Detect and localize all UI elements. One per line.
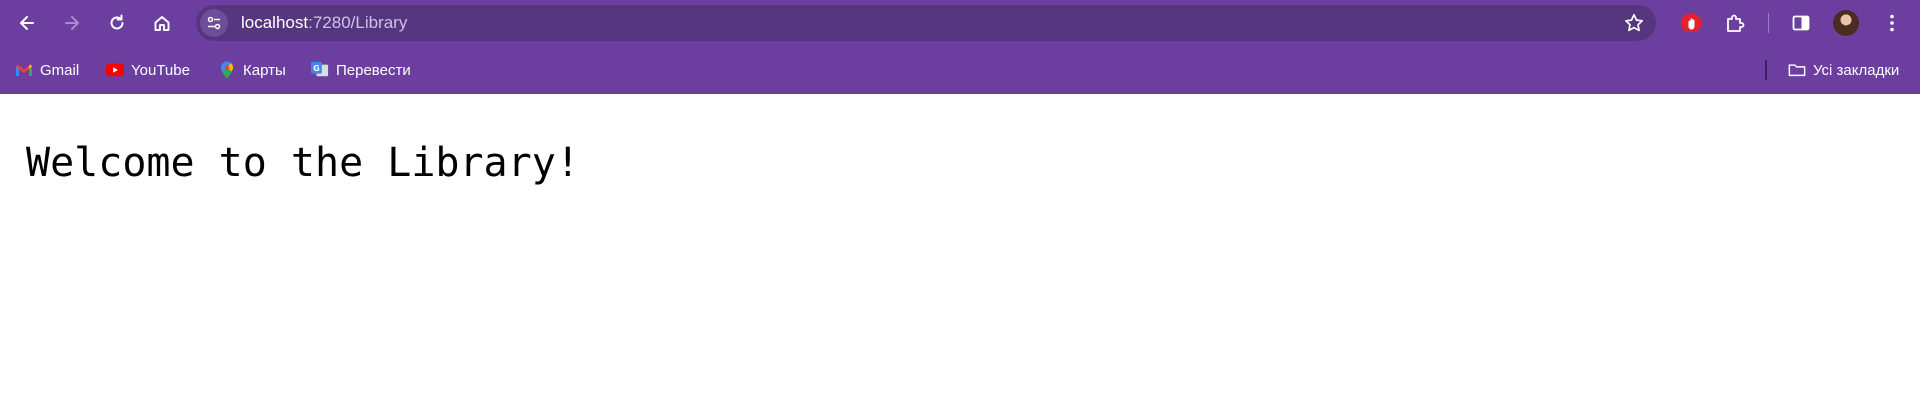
browser-toolbar: localhost:7280/Library: [0, 0, 1920, 46]
forward-arrow-icon: [65, 16, 79, 30]
bookmark-label: Карты: [243, 61, 286, 79]
stop-extension-button[interactable]: [1676, 8, 1706, 38]
bookmark-youtube[interactable]: YouTube: [106, 58, 190, 82]
svg-text:G: G: [313, 63, 320, 73]
reload-icon: [110, 14, 124, 30]
browser-menu-button[interactable]: [1877, 8, 1907, 38]
page-heading: Welcome to the Library!: [26, 140, 580, 186]
stop-hand-icon: [1681, 14, 1701, 32]
youtube-icon: [106, 61, 124, 79]
site-info-button[interactable]: [200, 9, 228, 37]
url-text[interactable]: localhost:7280/Library: [241, 5, 407, 41]
translate-icon: G: [311, 61, 329, 79]
star-icon: [1624, 13, 1644, 32]
bookmark-label: Перевести: [336, 61, 411, 79]
home-button[interactable]: [147, 8, 177, 38]
bookmark-label: Gmail: [40, 61, 80, 79]
side-panel-button[interactable]: [1786, 8, 1816, 38]
bookmark-star-button[interactable]: [1622, 11, 1646, 35]
bookmark-label: YouTube: [131, 61, 190, 79]
bookmark-translate[interactable]: G Перевести: [311, 58, 411, 82]
bookmark-gmail[interactable]: Gmail: [15, 58, 79, 82]
toolbar-divider: [1768, 13, 1769, 33]
forward-button[interactable]: [57, 8, 87, 38]
maps-icon: [218, 61, 236, 79]
puzzle-icon: [1727, 14, 1745, 32]
back-button[interactable]: [12, 8, 42, 38]
reload-button[interactable]: [102, 8, 132, 38]
side-panel-icon: [1792, 15, 1810, 31]
bookmarks-divider: [1765, 60, 1767, 80]
all-bookmarks-label: Усі закладки: [1813, 61, 1900, 79]
bookmark-maps[interactable]: Карты: [218, 58, 286, 82]
all-bookmarks-button[interactable]: Усі закладки: [1788, 58, 1899, 82]
page-content: Welcome to the Library!: [0, 94, 1920, 400]
kebab-menu-icon: [1890, 14, 1894, 32]
profile-avatar[interactable]: [1833, 10, 1859, 36]
url-path: :7280/Library: [308, 13, 408, 32]
extensions-button[interactable]: [1720, 8, 1750, 38]
bookmarks-bar: Gmail YouTube Карты G Перевести Усі закл…: [0, 46, 1920, 94]
home-icon: [154, 16, 170, 31]
address-bar[interactable]: localhost:7280/Library: [196, 5, 1656, 41]
gmail-icon: [15, 61, 33, 79]
url-host: localhost: [241, 13, 309, 32]
folder-icon: [1788, 61, 1806, 79]
tune-icon: [207, 16, 221, 30]
back-arrow-icon: [20, 16, 34, 30]
